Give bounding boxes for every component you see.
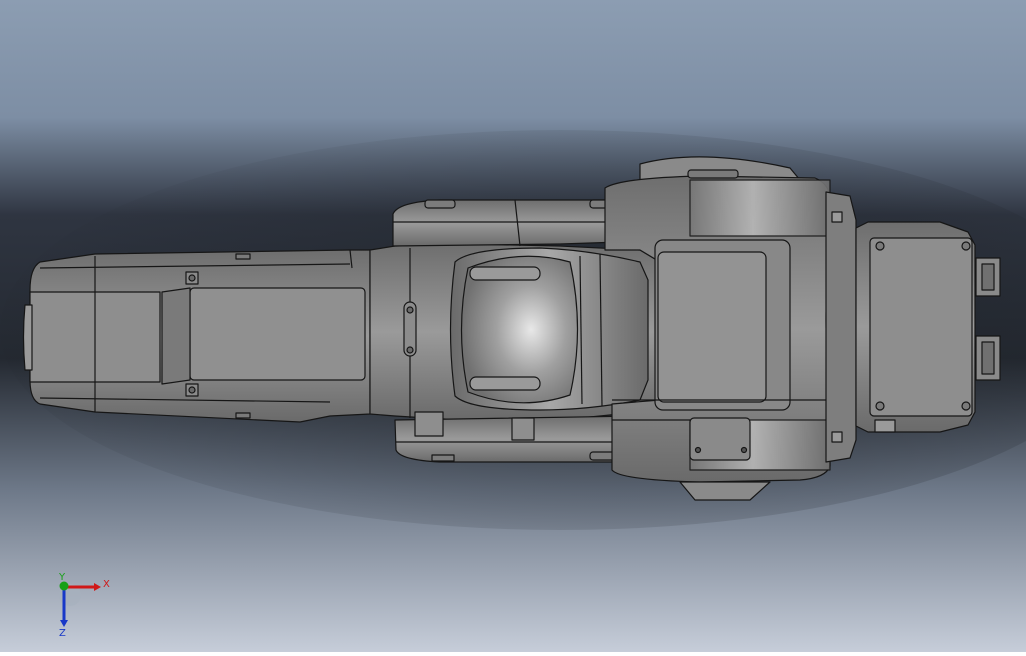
orientation-triad: X Y Z [50, 570, 120, 640]
x-axis-arrowhead [94, 583, 101, 591]
x-axis-label: X [103, 579, 110, 590]
cad-viewport[interactable]: X Y Z [0, 0, 1026, 652]
viewport-canvas[interactable] [0, 0, 1026, 652]
z-axis-arrowhead [60, 620, 68, 627]
triad-svg: X Y Z [58, 572, 110, 639]
wrist-cover[interactable] [449, 247, 649, 411]
z-axis-label: Z [59, 628, 66, 639]
y-axis-label: Y [58, 572, 66, 583]
forearm-link[interactable] [22, 249, 371, 423]
